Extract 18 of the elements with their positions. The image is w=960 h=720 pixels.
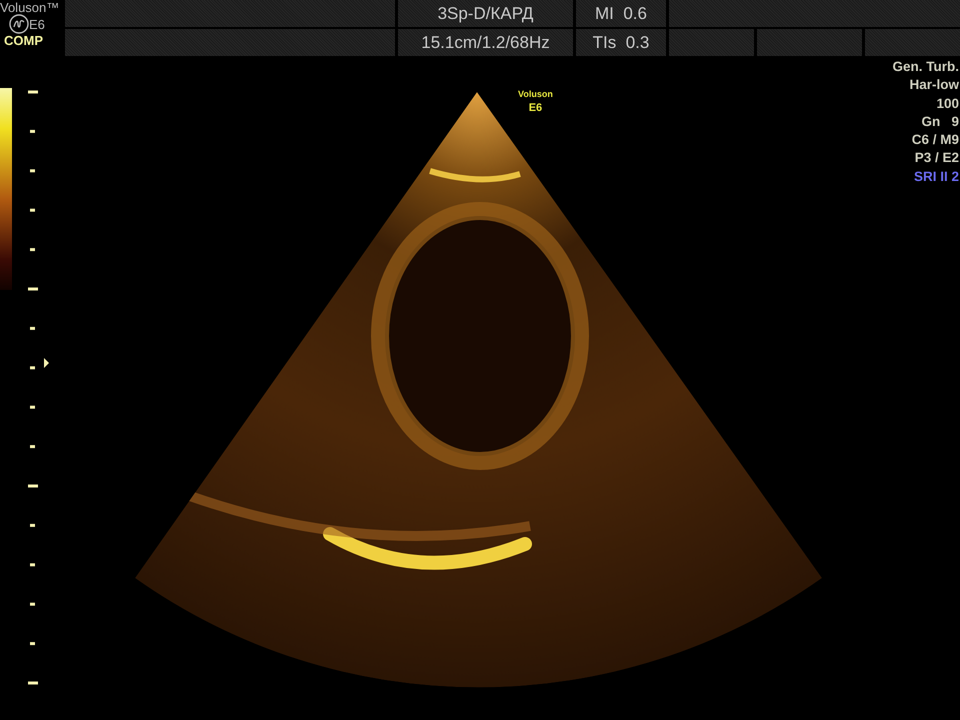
tis-value: TIs 0.3 bbox=[576, 29, 666, 56]
parameter-label: SRI II 2 bbox=[912, 168, 959, 186]
image-label: Voluson bbox=[518, 89, 553, 101]
logo-icon bbox=[9, 14, 29, 34]
parameter-label: 100 bbox=[935, 94, 959, 113]
focus-marker-icon bbox=[44, 358, 49, 368]
brand-title: Voluson™ bbox=[0, 0, 60, 14]
image-label: E6 bbox=[528, 100, 544, 115]
parameter-label: Gn 9 bbox=[920, 112, 959, 131]
mi-value: MI 0.6 bbox=[576, 0, 666, 27]
probe-mode: 3Sp-D/КАРД bbox=[398, 0, 573, 27]
parameter-label: Har-low bbox=[908, 76, 959, 94]
parameter-label: Gen. Turb. bbox=[892, 58, 959, 76]
parameter-label: C6 / M9 bbox=[910, 131, 959, 150]
preset-label: COMP bbox=[3, 34, 44, 47]
depth-info: 15.1cm/1.2/68Hz bbox=[398, 29, 573, 56]
model-label: E6 bbox=[29, 18, 45, 30]
parameter-label: P3 / E2 bbox=[914, 149, 959, 168]
